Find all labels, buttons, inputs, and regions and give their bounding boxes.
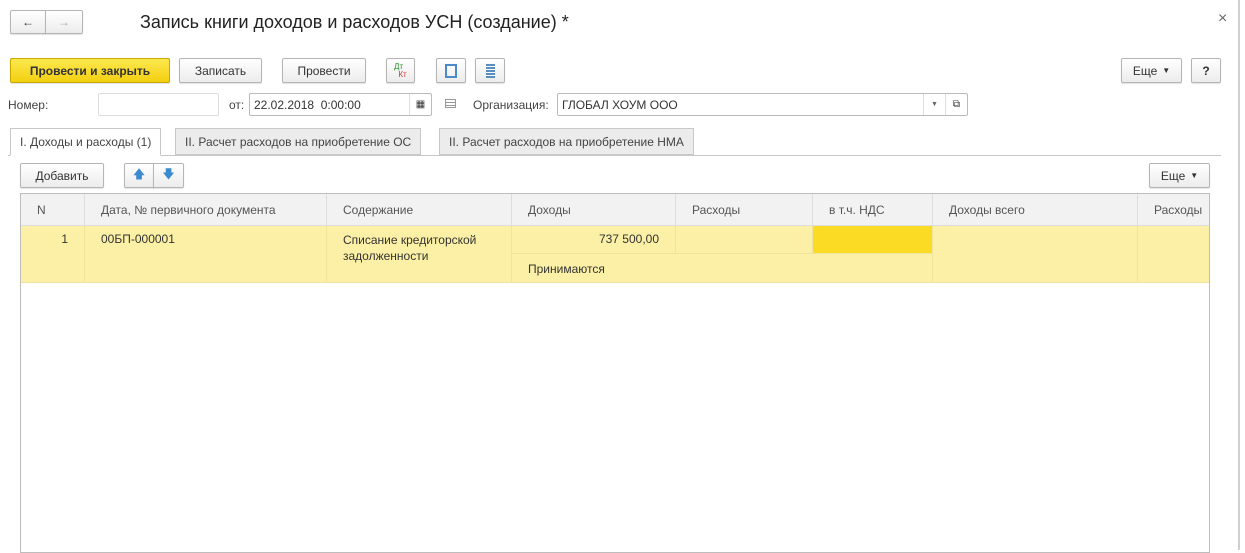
more-button[interactable]: Еще ▼: [1121, 58, 1182, 83]
dt-kt-button[interactable]: Дт Кт: [386, 58, 415, 83]
forward-button[interactable]: →: [45, 10, 83, 34]
column-header-income-total[interactable]: Доходы всего: [933, 194, 1138, 226]
list-icon[interactable]: [475, 58, 505, 83]
post-button[interactable]: Провести: [282, 58, 366, 83]
close-icon[interactable]: ×: [1218, 10, 1227, 28]
date-input[interactable]: 22.02.2018 0:00:00 ▦: [249, 93, 432, 116]
table-more-button[interactable]: Еще ▼: [1149, 163, 1210, 188]
organization-input[interactable]: ГЛОБАЛ ХОУМ ООО ▼ ⧉: [557, 93, 968, 116]
cell-income[interactable]: 737 500,00: [512, 226, 676, 254]
cell-expense[interactable]: [676, 226, 813, 254]
move-down-button[interactable]: 🡇: [153, 163, 184, 188]
open-icon[interactable]: ⧉: [945, 94, 967, 115]
tab-intangible-assets[interactable]: II. Расчет расходов на приобретение НМА: [439, 128, 694, 155]
column-header-income[interactable]: Доходы: [512, 194, 676, 226]
cell-document[interactable]: 00БП-000001: [85, 226, 327, 283]
cell-vat[interactable]: [813, 226, 933, 254]
column-header-expense-total[interactable]: Расходы: [1138, 194, 1209, 226]
column-header-vat[interactable]: в т.ч. НДС: [813, 194, 933, 226]
back-button[interactable]: ←: [10, 10, 46, 34]
save-button[interactable]: Записать: [179, 58, 262, 83]
tab-fixed-assets[interactable]: II. Расчет расходов на приобретение ОС: [175, 128, 422, 155]
calendar-icon[interactable]: ▦: [409, 94, 431, 115]
tab-income-expenses[interactable]: I. Доходы и расходы (1): [10, 128, 162, 156]
cell-n[interactable]: 1: [21, 226, 85, 283]
add-button[interactable]: Добавить: [20, 163, 104, 188]
window-border: [1238, 0, 1240, 550]
help-button[interactable]: ?: [1191, 58, 1221, 83]
date-label: от:: [229, 98, 245, 112]
column-header-content[interactable]: Содержание: [327, 194, 512, 226]
cell-income-note[interactable]: Принимаются: [512, 254, 933, 283]
organization-label: Организация:: [473, 98, 549, 112]
cell-content[interactable]: Списание кредиторской задолженности: [327, 226, 512, 283]
kt-icon: Кт: [398, 69, 407, 79]
move-up-button[interactable]: 🡅: [124, 163, 154, 188]
window-title: Запись книги доходов и расходов УСН (соз…: [140, 12, 569, 32]
column-header-document[interactable]: Дата, № первичного документа: [85, 194, 327, 226]
column-header-n[interactable]: N: [21, 194, 85, 226]
cell-expense-total[interactable]: [1138, 226, 1209, 283]
structure-icon[interactable]: [436, 58, 466, 83]
number-input[interactable]: [98, 93, 219, 116]
post-and-close-button[interactable]: Провести и закрыть: [10, 58, 170, 83]
document-icon[interactable]: [445, 99, 456, 108]
dropdown-icon[interactable]: ▼: [923, 94, 945, 115]
number-label: Номер:: [8, 98, 49, 112]
entries-table[interactable]: N Дата, № первичного документа Содержани…: [20, 193, 1210, 553]
cell-income-total[interactable]: [933, 226, 1138, 283]
column-header-expense[interactable]: Расходы: [676, 194, 813, 226]
